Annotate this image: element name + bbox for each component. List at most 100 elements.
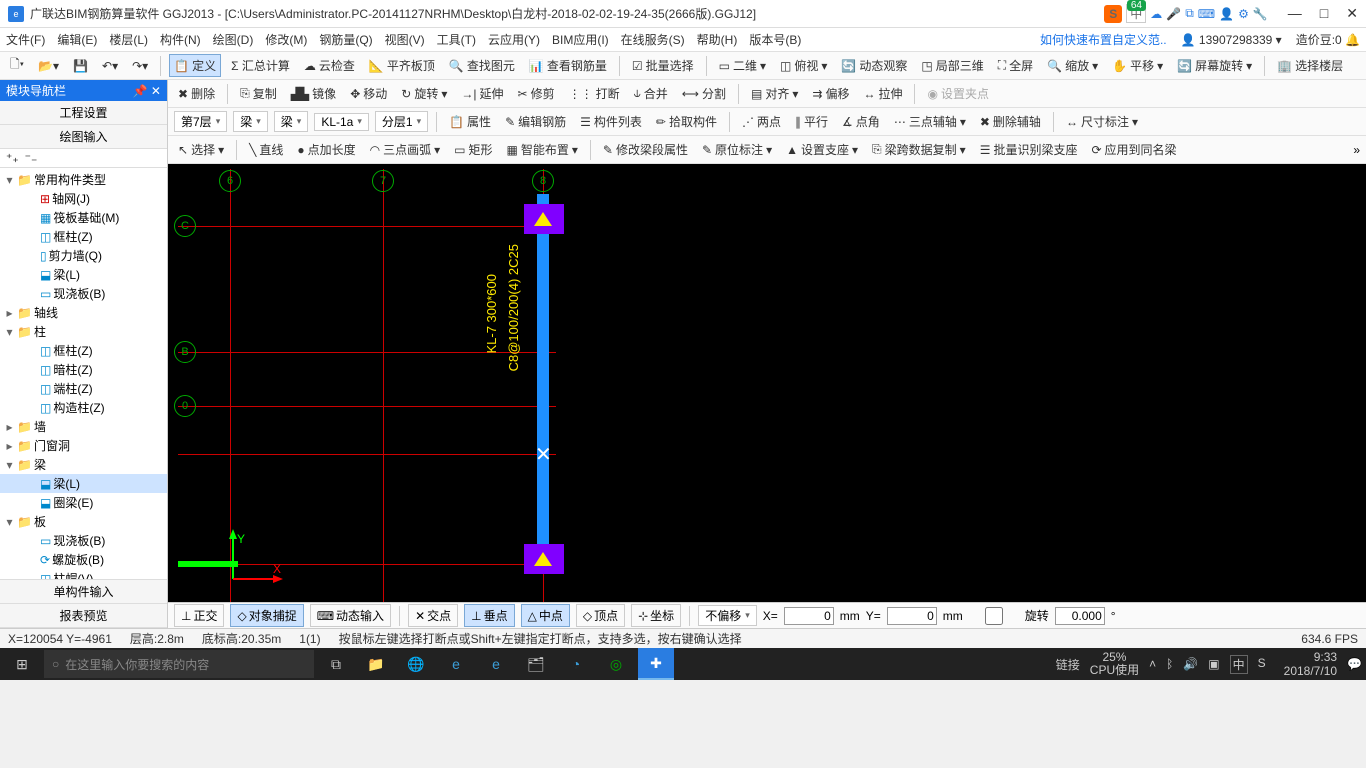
mini-add-icon[interactable]: ⁺₊ <box>6 151 19 165</box>
undo-icon[interactable]: ↶▾ <box>98 57 122 75</box>
mid-snap[interactable]: △ 中点 <box>521 604 570 627</box>
menu-floor[interactable]: 楼层(L) <box>109 31 148 48</box>
taskview-icon[interactable]: ⧉ <box>318 648 354 680</box>
cloud-check-button[interactable]: ☁ 云检查 <box>300 55 359 76</box>
copyspan-button[interactable]: ⎘ 梁跨数据复制 ▾ <box>868 139 970 160</box>
twopoint-button[interactable]: ⋰ 两点 <box>738 111 785 132</box>
pan-button[interactable]: ✋ 平移 ▾ <box>1108 55 1167 76</box>
menu-edit[interactable]: 编辑(E) <box>57 31 97 48</box>
flat-button[interactable]: 📐 平齐板顶 <box>365 55 439 76</box>
single-input-tab[interactable]: 单构件输入 <box>0 580 167 604</box>
explorer-icon[interactable]: 🗂 <box>518 648 554 680</box>
menu-component[interactable]: 构件(N) <box>160 31 201 48</box>
minimize-button[interactable]: — <box>1288 5 1302 22</box>
vert-snap[interactable]: ⊥ 垂点 <box>464 604 514 627</box>
break-button[interactable]: ⋮⋮ 打断 <box>565 83 624 104</box>
menu-file[interactable]: 文件(F) <box>6 31 45 48</box>
aux3-button[interactable]: ⋯ 三点辅轴 ▾ <box>890 111 970 132</box>
line-tool[interactable]: ╲ 直线 <box>245 139 287 160</box>
folder-icon[interactable]: 📁 <box>358 648 394 680</box>
addlen-tool[interactable]: ● 点加长度 <box>293 139 359 160</box>
more-icon[interactable]: » <box>1353 143 1360 157</box>
chrome-icon[interactable]: 🌐 <box>398 648 434 680</box>
menu-draw[interactable]: 绘图(D) <box>213 31 254 48</box>
pick-button[interactable]: ✏ 拾取构件 <box>652 111 721 132</box>
app-icon-1[interactable]: ◔ <box>558 648 594 680</box>
find-button[interactable]: 🔍 查找图元 <box>445 55 519 76</box>
offset-dropdown[interactable]: 不偏移▾ <box>698 605 757 626</box>
coin-label[interactable]: 造价豆:0 🔔 <box>1296 31 1360 48</box>
sogou-tray-icon[interactable]: S <box>1258 656 1274 672</box>
clock[interactable]: 9:33 2018/7/10 <box>1284 650 1337 679</box>
rotate-checkbox[interactable] <box>969 607 1019 625</box>
prop-button[interactable]: 📋 属性 <box>445 111 495 132</box>
split-button[interactable]: ⟷ 分割 <box>678 83 730 104</box>
grip-button[interactable]: ◉ 设置夹点 <box>923 83 993 104</box>
ie-icon[interactable]: e <box>478 648 514 680</box>
app-icon-ggj[interactable]: ✚ <box>638 648 674 680</box>
menu-modify[interactable]: 修改(M) <box>265 31 307 48</box>
menu-version[interactable]: 版本号(B) <box>749 31 801 48</box>
2d-button[interactable]: ▭ 二维 ▾ <box>715 55 770 76</box>
help-link[interactable]: 如何快速布置自定义范.. <box>1040 31 1167 48</box>
batch-select-button[interactable]: ☑ 批量选择 <box>628 55 698 76</box>
select-floor-button[interactable]: 🏢 选择楼层 <box>1273 55 1347 76</box>
dim-button[interactable]: ↔ 尺寸标注 ▾ <box>1062 111 1142 132</box>
stretch-button[interactable]: ↔ 拉伸 <box>859 83 906 104</box>
drawing-canvas[interactable]: 6 7 8 C B 0 KL-7 300*600 C8@100/200(4) 2… <box>168 164 1366 602</box>
menu-rebar[interactable]: 钢筋量(Q) <box>319 31 372 48</box>
mini-collapse-icon[interactable]: ⁻₋ <box>25 151 38 165</box>
select-tool[interactable]: ↖ 选择 ▾ <box>174 139 228 160</box>
trim-button[interactable]: ✂ 修剪 <box>514 83 559 104</box>
x-input[interactable] <box>784 607 834 625</box>
user-id[interactable]: 👤 13907298339 ▾ <box>1181 33 1282 47</box>
coord-snap[interactable]: ⊹ 坐标 <box>631 604 681 627</box>
menu-tools[interactable]: 工具(T) <box>437 31 476 48</box>
orig-button[interactable]: ✎ 原位标注 ▾ <box>698 139 776 160</box>
start-button[interactable]: ⊞ <box>4 648 40 680</box>
batchrec-button[interactable]: ☰ 批量识别梁支座 <box>976 139 1082 160</box>
redo-icon[interactable]: ↷▾ <box>128 57 152 75</box>
menu-view[interactable]: 视图(V) <box>385 31 425 48</box>
ime-tray[interactable]: 中 <box>1230 655 1248 674</box>
rotate-button[interactable]: ↻ 旋转 ▾ <box>397 83 451 104</box>
osnap-toggle[interactable]: ◇ 对象捕捉 <box>230 604 303 627</box>
pin-icon[interactable]: 📌 ✕ <box>133 84 161 98</box>
cross-snap[interactable]: ✕ 交点 <box>408 604 458 627</box>
app-icon-2[interactable]: ◎ <box>598 648 634 680</box>
topview-button[interactable]: ◫ 俯视 ▾ <box>776 55 831 76</box>
bluetooth-icon[interactable]: ᛒ <box>1166 657 1173 671</box>
tab-settings[interactable]: 工程设置 <box>0 101 167 125</box>
component-tree[interactable]: ▾📁常用构件类型 ⊞轴网(J) ▦筏板基础(M) ◫框柱(Z) ▯剪力墙(Q) … <box>0 168 167 579</box>
delaux-button[interactable]: ✖ 删除辅轴 <box>976 111 1045 132</box>
menu-help[interactable]: 帮助(H) <box>697 31 738 48</box>
open-icon[interactable]: 📂▾ <box>34 57 63 75</box>
edge-icon[interactable]: e <box>438 648 474 680</box>
cat2-dropdown[interactable]: 梁▾ <box>274 111 309 132</box>
tab-draw[interactable]: 绘图输入 <box>0 125 167 149</box>
support-button[interactable]: ▲ 设置支座 ▾ <box>782 139 862 160</box>
define-button[interactable]: 📋 定义 <box>169 54 221 77</box>
sogou-icon[interactable]: S <box>1104 5 1122 23</box>
clist-button[interactable]: ☰ 构件列表 <box>576 111 646 132</box>
menu-cloud[interactable]: 云应用(Y) <box>488 31 540 48</box>
volume-icon[interactable]: 🔊 <box>1183 657 1198 671</box>
save-icon[interactable]: 💾 <box>69 57 92 75</box>
sum-button[interactable]: Σ 汇总计算 <box>227 55 294 76</box>
parallel-button[interactable]: ∥ 平行 <box>791 111 832 132</box>
cat1-dropdown[interactable]: 梁▾ <box>233 111 268 132</box>
local3d-button[interactable]: ◳ 局部三维 <box>917 55 987 76</box>
tray-up-icon[interactable]: ˄ <box>1149 657 1156 671</box>
close-button[interactable]: ✕ <box>1346 5 1358 22</box>
screen-rotate-button[interactable]: 🔄 屏幕旋转 ▾ <box>1173 55 1256 76</box>
apex-snap[interactable]: ◇ 顶点 <box>576 604 625 627</box>
menu-bim[interactable]: BIM应用(I) <box>552 31 609 48</box>
merge-button[interactable]: ⫝ 合并 <box>630 83 672 104</box>
angle-button[interactable]: ∡ 点角 <box>838 111 884 132</box>
viewbar-button[interactable]: 📊 查看钢筋量 <box>525 55 611 76</box>
fullscreen-button[interactable]: ⛶ 全屏 <box>994 55 1037 76</box>
extend-button[interactable]: →| 延伸 <box>457 83 507 104</box>
smart-tool[interactable]: ▦ 智能布置 ▾ <box>503 139 582 160</box>
menu-online[interactable]: 在线服务(S) <box>621 31 685 48</box>
copy-button[interactable]: ⎘ 复制 <box>236 83 281 104</box>
